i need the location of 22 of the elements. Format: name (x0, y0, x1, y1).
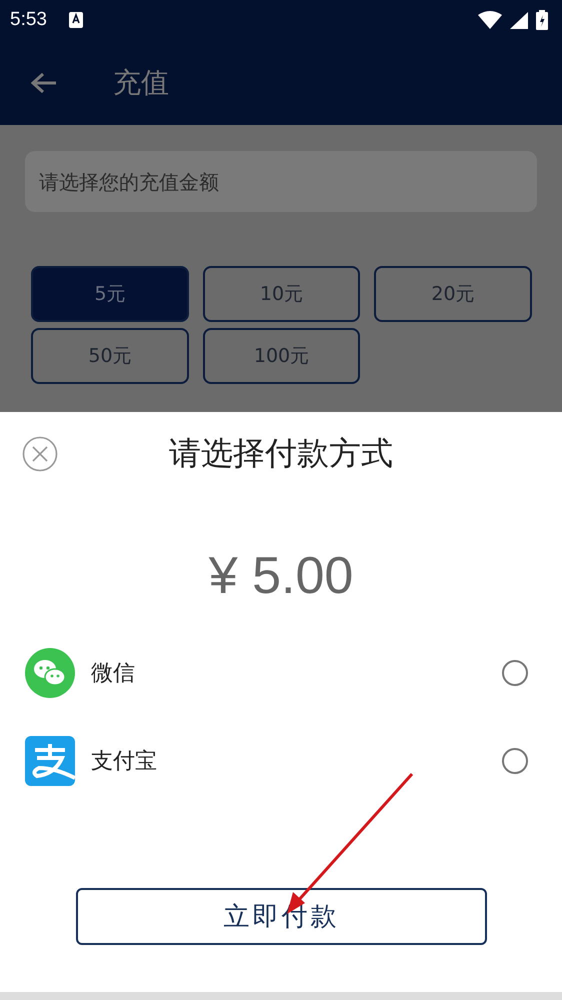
signal-icon (510, 12, 528, 28)
payment-app-icon (25, 736, 75, 786)
status-time: 5:53 (10, 9, 47, 31)
page-title: 充值 (113, 64, 169, 100)
amount-field[interactable]: 请选择您的充值金额 (25, 151, 537, 212)
radio-button[interactable] (502, 660, 528, 686)
back-arrow-icon[interactable] (31, 72, 57, 94)
chat-bubbles-icon (25, 648, 75, 698)
payment-amount: ¥ 5.00 (208, 546, 354, 606)
battery-icon (536, 10, 548, 30)
wifi-icon (478, 11, 502, 29)
amount-option[interactable]: 20元 (374, 266, 532, 322)
amount-option[interactable]: 100元 (203, 328, 360, 384)
amount-option[interactable]: 5元 (31, 266, 189, 322)
amount-option[interactable]: 10元 (203, 266, 360, 322)
payment-method-label: 微信 (91, 660, 135, 688)
amount-option[interactable]: 50元 (31, 328, 189, 384)
radio-button[interactable] (502, 748, 528, 774)
payment-method-label: 支付宝 (91, 748, 157, 776)
notification-icon (68, 12, 83, 28)
sheet-title: 请选择付款方式 (169, 433, 393, 474)
close-icon[interactable] (22, 436, 58, 472)
